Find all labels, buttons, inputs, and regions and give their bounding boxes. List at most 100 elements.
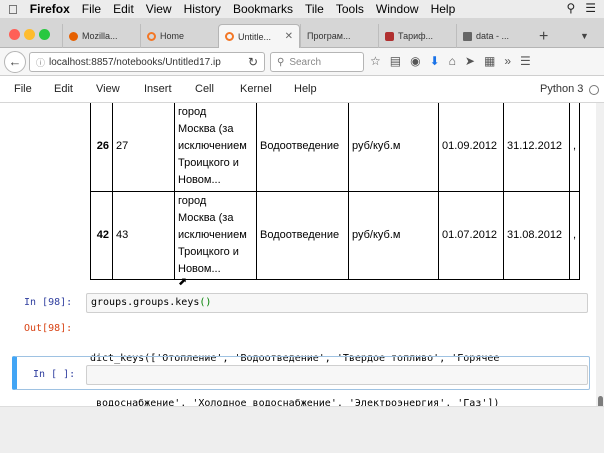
- menu-bar-extras: ⚲ ☰: [566, 1, 596, 15]
- pocket-icon[interactable]: ◉: [410, 54, 420, 68]
- code-parens: (): [199, 297, 212, 308]
- region-line: Москва (за: [178, 123, 234, 136]
- dataframe-output: 26 27 город Москва (за исключением Троиц…: [90, 103, 581, 280]
- region-line: исключением: [178, 140, 247, 153]
- tab-label: Untitle...: [238, 31, 272, 42]
- reading-list-icon[interactable]: ▤: [390, 54, 401, 68]
- jupyter-menu-file[interactable]: File: [14, 83, 32, 95]
- menu-tile[interactable]: Tile: [305, 2, 324, 16]
- minimize-window-button[interactable]: [24, 29, 35, 40]
- row-index: 26: [90, 103, 113, 191]
- tab-strip: Mozilla... Home Untitle... ✕ Програм... …: [0, 18, 604, 48]
- overflow-icon[interactable]: »: [504, 54, 511, 68]
- region-line: исключением: [178, 228, 247, 241]
- search-input[interactable]: ⚲ Search: [270, 52, 364, 72]
- region-line: Москва (за: [178, 211, 234, 224]
- reload-icon[interactable]: ↻: [248, 55, 258, 69]
- tab-mozilla[interactable]: Mozilla...: [62, 24, 140, 48]
- menu-file[interactable]: File: [82, 2, 101, 16]
- tab-label: data - ...: [476, 31, 510, 41]
- zoom-window-button[interactable]: [39, 29, 50, 40]
- home-icon[interactable]: ⌂: [449, 54, 456, 68]
- firefox-icon: [69, 31, 78, 41]
- output-line: водоснабжение', 'Холодное водоснабжение'…: [90, 398, 500, 406]
- navigation-bar: ← ⓘ localhost:8857/notebooks/Untitled17.…: [0, 48, 604, 76]
- jupyter-menu-edit[interactable]: Edit: [54, 83, 73, 95]
- hamburger-menu-icon[interactable]: ☰: [520, 54, 531, 68]
- tab-label: Програм...: [307, 31, 351, 41]
- table-cell: 43: [112, 191, 175, 279]
- tab-untitled[interactable]: Untitle... ✕: [218, 24, 300, 48]
- region-line: Новом...: [178, 262, 221, 275]
- jupyter-menu-kernel[interactable]: Kernel: [240, 83, 272, 95]
- close-tab-icon[interactable]: ✕: [285, 31, 293, 42]
- jupyter-menu-bar: File Edit View Insert Cell Kernel Help P…: [0, 77, 604, 103]
- table-cell: ,: [568, 191, 581, 279]
- macos-menu-bar:  Firefox File Edit View History Bookmar…: [0, 0, 604, 18]
- tag-icon: [385, 31, 394, 41]
- new-tab-button[interactable]: +: [539, 28, 548, 46]
- notebook-area: 26 27 город Москва (за исключением Троиц…: [0, 103, 604, 406]
- tab-programs[interactable]: Програм...: [300, 24, 378, 48]
- spotlight-icon[interactable]: ⚲: [566, 1, 575, 15]
- table-cell: 01.07.2012: [438, 191, 504, 279]
- output-prompt: Out[98]:: [24, 323, 73, 334]
- region-cell: город Москва (за исключением Троицкого и…: [174, 191, 257, 279]
- menu-history[interactable]: History: [184, 2, 221, 16]
- table-row: 26 27 город Москва (за исключением Троиц…: [90, 103, 581, 191]
- region-line: Новом...: [178, 174, 221, 187]
- apple-icon[interactable]: : [8, 2, 18, 17]
- empty-code-input[interactable]: [86, 365, 588, 385]
- menu-app-name[interactable]: Firefox: [30, 2, 70, 16]
- menu-view[interactable]: View: [146, 2, 172, 16]
- jupyter-menu-view[interactable]: View: [96, 83, 120, 95]
- search-placeholder: Search: [289, 56, 322, 68]
- url-bar[interactable]: ⓘ localhost:8857/notebooks/Untitled17.ip…: [29, 52, 265, 72]
- table-cell: Водоотведение: [256, 103, 349, 191]
- region-line: Троицкого и: [178, 245, 239, 258]
- tab-data[interactable]: data - ...: [456, 24, 534, 48]
- menu-edit[interactable]: Edit: [113, 2, 134, 16]
- close-window-button[interactable]: [9, 29, 20, 40]
- region-line: город: [178, 106, 207, 119]
- jupyter-menu-insert[interactable]: Insert: [144, 83, 172, 95]
- info-icon[interactable]: ⓘ: [36, 56, 45, 69]
- kernel-name: Python 3: [540, 83, 584, 95]
- menu-window[interactable]: Window: [376, 2, 419, 16]
- jupyter-menu-help[interactable]: Help: [294, 83, 317, 95]
- menu-tools[interactable]: Tools: [336, 2, 364, 16]
- jupyter-icon: [147, 31, 156, 41]
- notebook-footer-area: [0, 406, 604, 453]
- region-line: Троицкого и: [178, 157, 239, 170]
- back-button[interactable]: ←: [4, 51, 26, 73]
- table-row: 42 43 город Москва (за исключением Троиц…: [90, 191, 581, 279]
- jupyter-icon: [225, 32, 234, 41]
- menu-bookmarks[interactable]: Bookmarks: [233, 2, 293, 16]
- send-icon[interactable]: ➤: [465, 54, 475, 68]
- table-cell: 27: [112, 103, 175, 191]
- menu-help[interactable]: Help: [431, 2, 456, 16]
- code-text: groups.groups.keys: [91, 297, 200, 308]
- table-cell: руб/куб.м: [348, 191, 439, 279]
- region-line: город: [178, 194, 207, 207]
- scrollbar-track[interactable]: [596, 103, 604, 406]
- jupyter-menu-cell[interactable]: Cell: [195, 83, 214, 95]
- table-cell: 31.08.2012: [503, 191, 570, 279]
- table-cell: 31.12.2012: [503, 103, 570, 191]
- region-cell: город Москва (за исключением Троицкого и…: [174, 103, 257, 191]
- notification-center-icon[interactable]: ☰: [585, 1, 596, 15]
- tile-icon[interactable]: ▦: [484, 54, 495, 68]
- search-icon: ⚲: [277, 56, 285, 68]
- code-cell-input[interactable]: groups.groups.keys(): [86, 293, 588, 313]
- table-cell: 01.09.2012: [438, 103, 504, 191]
- tab-label: Тариф...: [398, 31, 434, 41]
- chevron-down-icon[interactable]: ▼: [580, 31, 589, 41]
- folder-icon: [463, 31, 472, 41]
- download-icon[interactable]: ⬇: [430, 54, 440, 68]
- input-prompt: In [98]:: [24, 297, 73, 308]
- tab-tariffs[interactable]: Тариф...: [378, 24, 456, 48]
- bookmark-star-icon[interactable]: ☆: [370, 54, 381, 68]
- table-cell: Водоотведение: [256, 191, 349, 279]
- tab-home[interactable]: Home: [140, 24, 218, 48]
- new-input-prompt: In [ ]:: [33, 369, 76, 380]
